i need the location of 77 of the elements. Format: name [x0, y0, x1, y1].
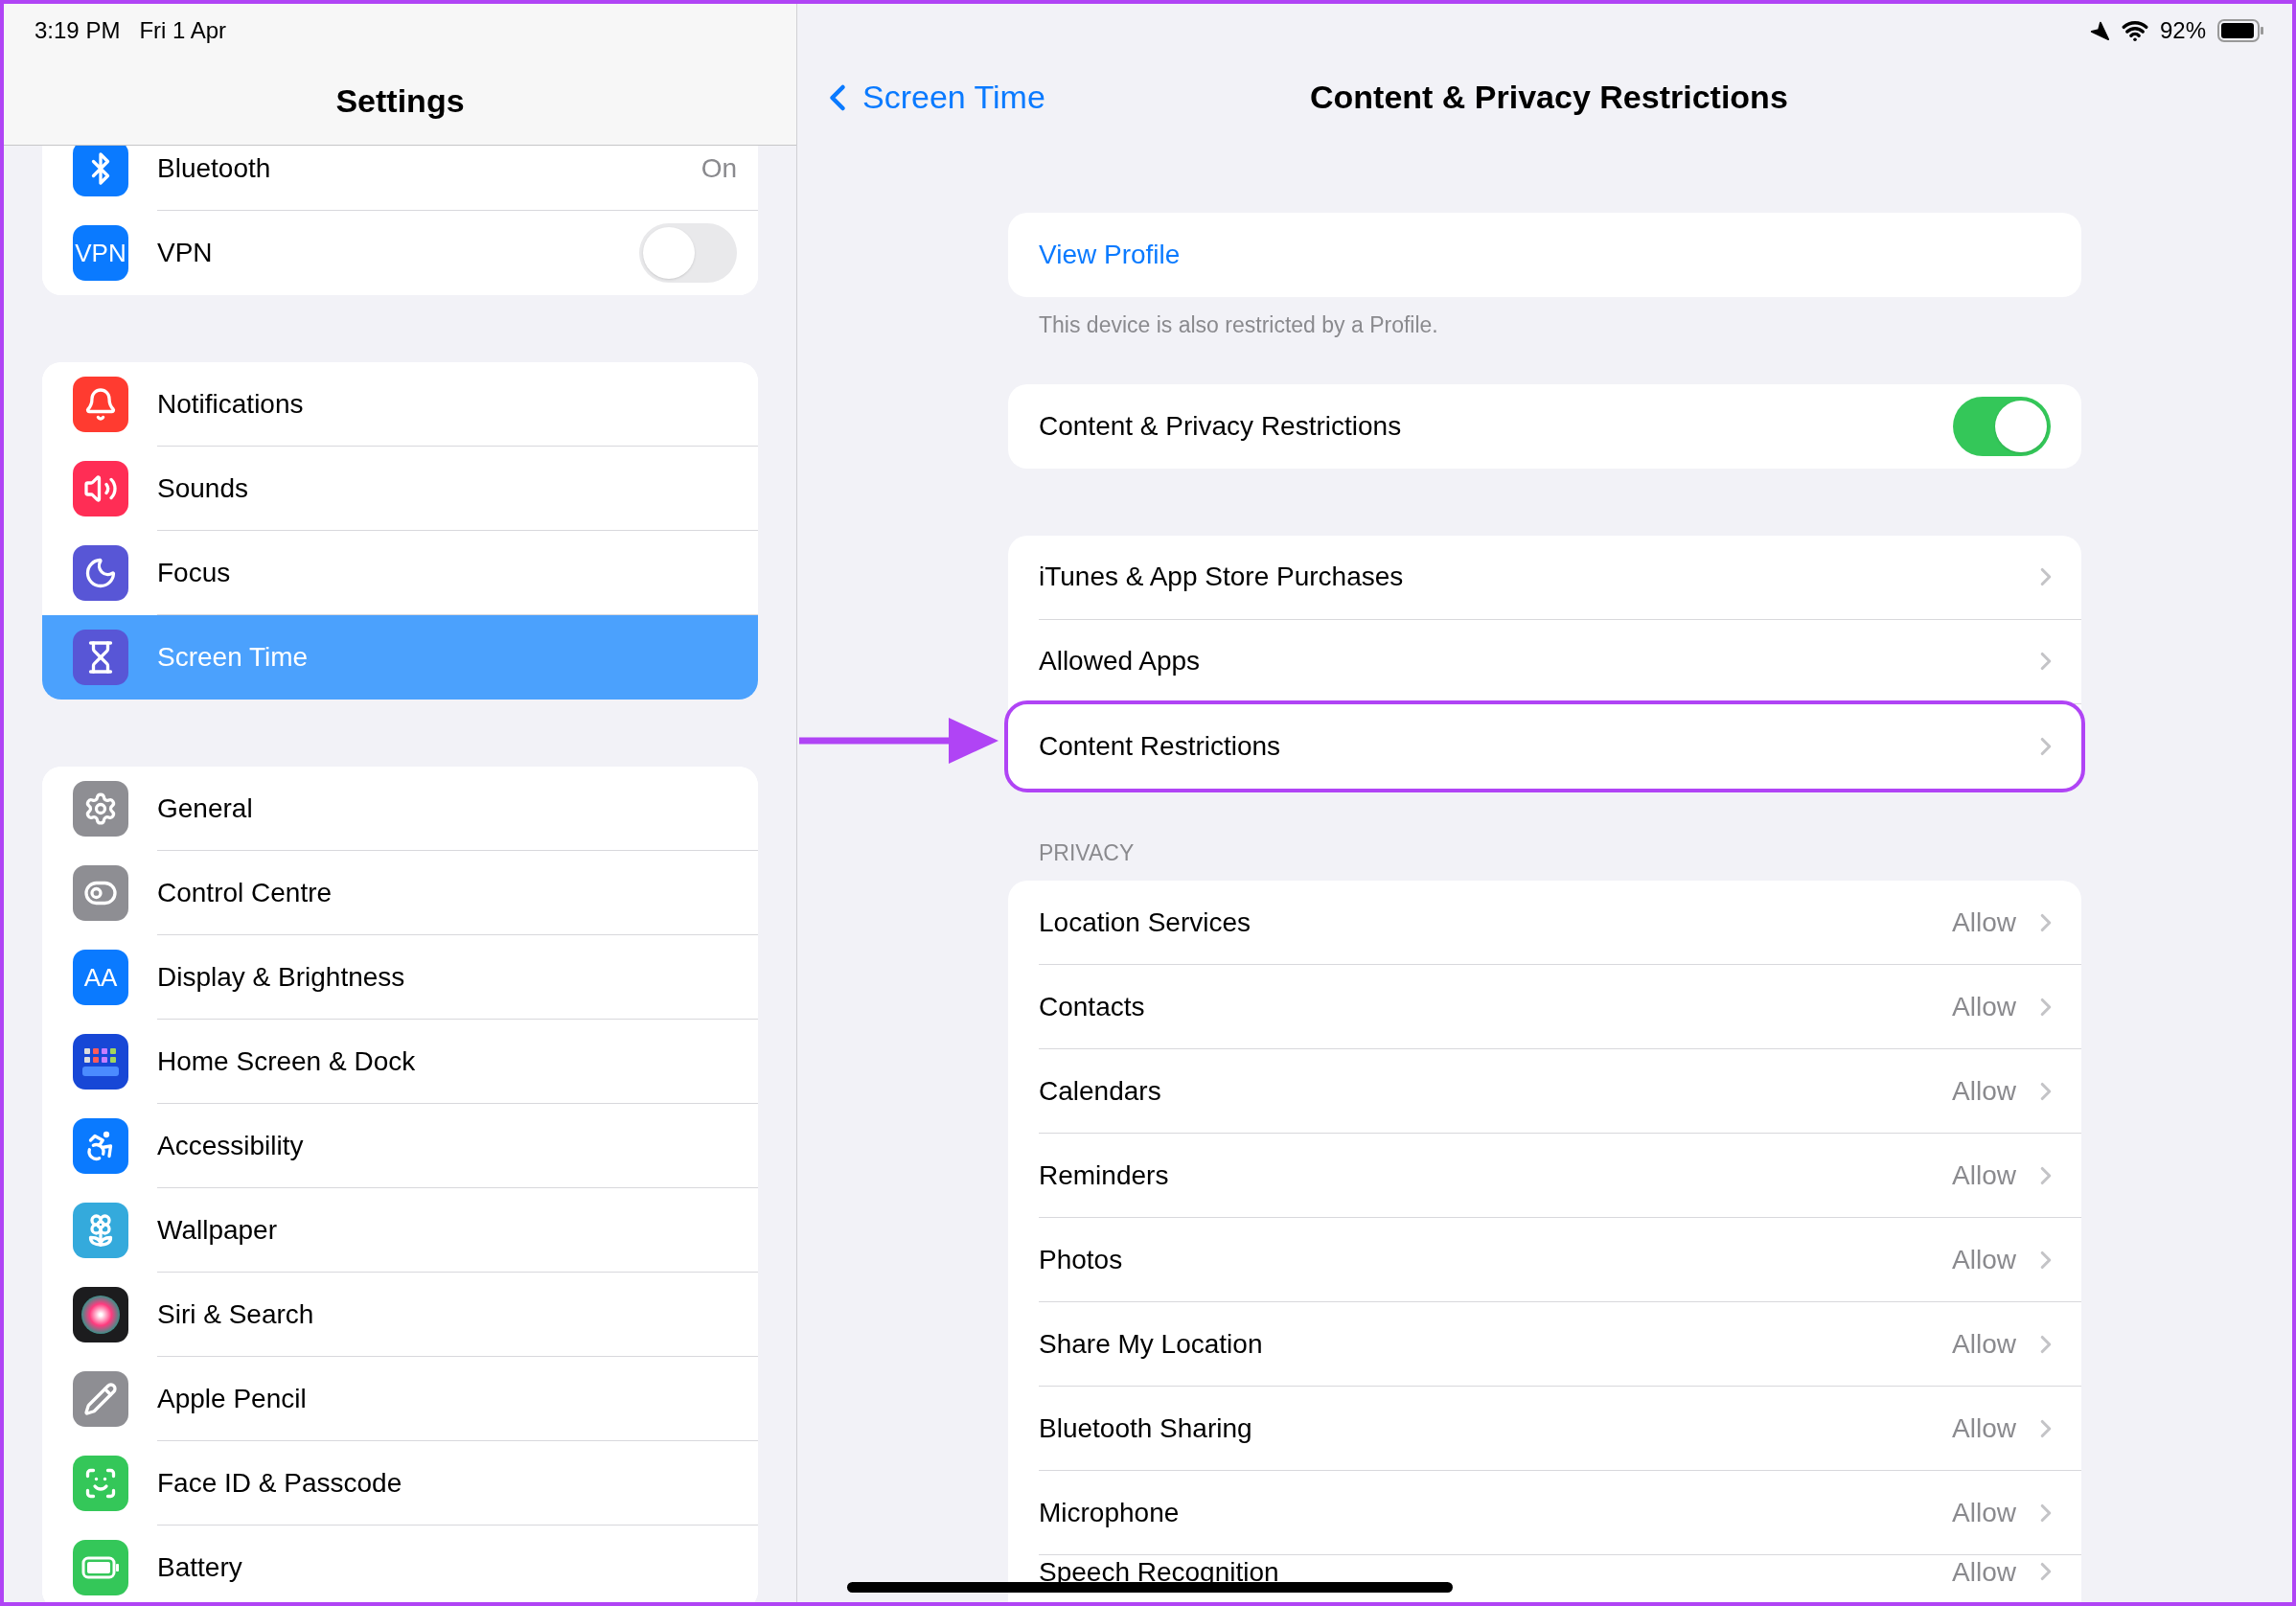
battery-icon: [73, 1540, 128, 1595]
row-label: Battery: [157, 1551, 243, 1584]
row-label: Contacts: [1039, 990, 1146, 1023]
status-time: 3:19 PM: [34, 16, 121, 45]
row-value: Allow: [1952, 1327, 2016, 1361]
row-label: Wallpaper: [157, 1213, 278, 1247]
hourglass-icon: [73, 630, 128, 685]
back-button[interactable]: Screen Time: [797, 73, 1045, 122]
row-label: VPN: [157, 237, 214, 269]
row-label: Notifications: [157, 387, 305, 421]
row-label: Accessibility: [157, 1129, 305, 1162]
sidebar-title: Settings: [335, 81, 465, 121]
row-label: Bluetooth Sharing: [1039, 1411, 1253, 1445]
vpn-icon: VPN: [73, 225, 128, 281]
row-label: Photos: [1039, 1243, 1124, 1276]
restriction-row[interactable]: Content Restrictions: [1008, 703, 2081, 789]
speaker-icon: [73, 461, 128, 516]
row-label: iTunes & App Store Purchases: [1039, 561, 1405, 593]
restriction-row[interactable]: Allowed Apps: [1008, 619, 2081, 704]
row-value: Allow: [1952, 1411, 2016, 1445]
page-title: Content & Privacy Restrictions: [1310, 78, 1788, 117]
row-value: Allow: [1952, 1243, 2016, 1276]
row-value: Allow: [1952, 1159, 2016, 1192]
row-label: Focus: [157, 556, 232, 589]
row-label: Speech Recognition: [1039, 1557, 1280, 1588]
privacy-row[interactable]: Contacts Allow: [1008, 965, 2081, 1049]
location-arrow-icon: [2088, 20, 2110, 41]
status-date: Fri 1 Apr: [139, 16, 227, 45]
row-label: Microphone: [1039, 1496, 1181, 1529]
row-label: Sounds: [157, 471, 249, 505]
profile-footnote: This device is also restricted by a Profile.: [1038, 311, 1439, 339]
row-label: Screen Time: [157, 641, 310, 674]
section-header: PRIVACY: [1038, 838, 1136, 867]
row-value: Allow: [1952, 1557, 2016, 1588]
row-label: General: [157, 792, 254, 825]
privacy-row[interactable]: Calendars Allow: [1008, 1049, 2081, 1134]
pencil-icon: [73, 1371, 128, 1427]
row-label: Location Services: [1039, 906, 1251, 939]
moon-icon: [73, 545, 128, 601]
accessibility-icon: [73, 1118, 128, 1174]
row-value: Allow: [1952, 1074, 2016, 1108]
row-label: Home Screen & Dock: [157, 1044, 417, 1078]
privacy-row[interactable]: Microphone Allow: [1008, 1471, 2081, 1555]
text-size-icon: AA: [73, 950, 128, 1005]
privacy-row[interactable]: Bluetooth Sharing Allow: [1008, 1387, 2081, 1471]
restriction-row[interactable]: iTunes & App Store Purchases: [1008, 535, 2081, 620]
row-label: Siri & Search: [157, 1297, 315, 1331]
row-label: Face ID & Passcode: [157, 1466, 403, 1500]
view-profile-link[interactable]: View Profile: [1039, 235, 1181, 275]
row-value: Allow: [1952, 990, 2016, 1023]
row-label: Display & Brightness: [157, 960, 406, 994]
privacy-row[interactable]: Photos Allow: [1008, 1218, 2081, 1302]
flower-icon: [73, 1203, 128, 1258]
battery-status-icon: [2217, 19, 2265, 42]
privacy-row[interactable]: Reminders Allow: [1008, 1134, 2081, 1218]
row-value: On: [700, 151, 737, 185]
app-grid-icon: [73, 1034, 128, 1090]
row-label: Control Centre: [157, 876, 333, 909]
row-label: Calendars: [1039, 1074, 1162, 1108]
row-label: Share My Location: [1039, 1327, 1264, 1361]
face-scan-icon: [73, 1456, 128, 1511]
bell-icon: [73, 377, 128, 432]
row-label: Apple Pencil: [157, 1382, 308, 1415]
siri-orb-icon: [73, 1287, 128, 1342]
privacy-row[interactable]: Speech Recognition Allow: [1008, 1555, 2081, 1602]
row-label: Bluetooth: [157, 151, 272, 185]
switches-icon: [73, 865, 128, 921]
row-label: Reminders: [1039, 1159, 1170, 1192]
row-label: Content & Privacy Restrictions: [1039, 409, 1403, 443]
row-value: Allow: [1952, 906, 2016, 939]
row-label: Allowed Apps: [1039, 645, 1202, 677]
battery-percent: 92%: [2159, 16, 2206, 45]
privacy-row[interactable]: Location Services Allow: [1008, 881, 2081, 965]
gear-icon: [73, 781, 128, 837]
row-label: Content Restrictions: [1039, 729, 1282, 763]
row-value: Allow: [1952, 1496, 2016, 1529]
privacy-row[interactable]: Share My Location Allow: [1008, 1302, 2081, 1387]
